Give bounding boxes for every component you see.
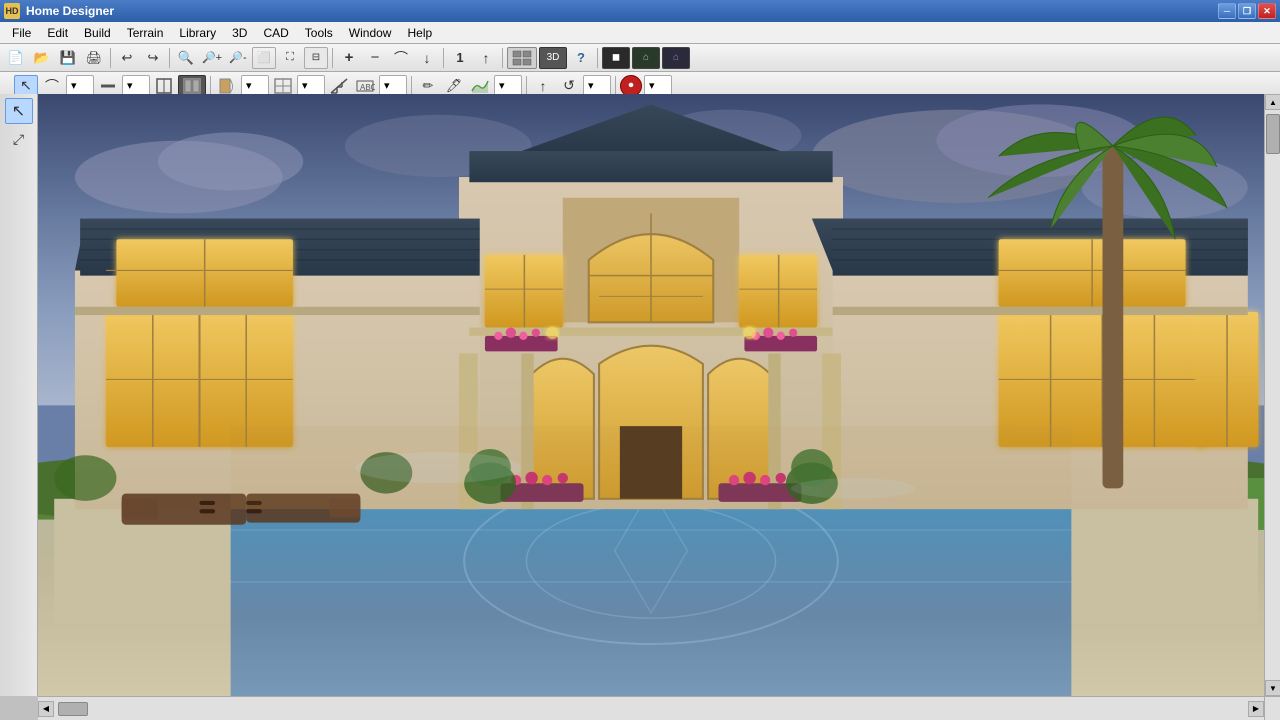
menu-help[interactable]: Help [399, 22, 440, 43]
main-canvas [38, 94, 1264, 696]
all-floors-button[interactable]: ⊟ [304, 47, 328, 69]
sep3 [332, 48, 333, 68]
sep2 [169, 48, 170, 68]
floor-num-button[interactable]: 1 [448, 47, 472, 69]
scroll-thumb-h[interactable] [58, 702, 88, 716]
menu-3d[interactable]: 3D [224, 22, 255, 43]
up-arrow-button[interactable]: ↑ [474, 47, 498, 69]
zoom-in-button[interactable]: 🔎+ [200, 47, 224, 69]
sep6 [597, 48, 598, 68]
scrollbar-horizontal[interactable]: ◀ ▶ [38, 696, 1264, 720]
menu-window[interactable]: Window [341, 22, 400, 43]
add-button[interactable]: + [337, 47, 361, 69]
plan-view-button[interactable] [507, 47, 537, 69]
scroll-down-button[interactable]: ▼ [1265, 680, 1280, 696]
menu-cad[interactable]: CAD [255, 22, 296, 43]
select-tool-left[interactable]: ↖ [5, 98, 33, 124]
menu-build[interactable]: Build [76, 22, 119, 43]
scroll-thumb-v[interactable] [1266, 114, 1280, 154]
sep10 [615, 76, 616, 96]
render1-button[interactable]: ◼ [602, 47, 630, 69]
sep8 [411, 76, 412, 96]
menu-tools[interactable]: Tools [297, 22, 341, 43]
render2-button[interactable]: ⌂ [632, 47, 660, 69]
print-button[interactable]: 🖨 [82, 47, 106, 69]
close-button[interactable]: ✕ [1258, 3, 1276, 19]
open-button[interactable]: 📂 [30, 47, 54, 69]
menu-library[interactable]: Library [171, 22, 224, 43]
house-render [38, 94, 1264, 696]
menu-bar: File Edit Build Terrain Library 3D CAD T… [0, 22, 1280, 44]
app-title: Home Designer [26, 4, 1218, 18]
menu-edit[interactable]: Edit [39, 22, 76, 43]
arrow-down-button[interactable]: ↓ [415, 47, 439, 69]
window-controls: ─ ❐ ✕ [1218, 3, 1276, 19]
title-bar: HD Home Designer ─ ❐ ✕ [0, 0, 1280, 22]
minimize-button[interactable]: ─ [1218, 3, 1236, 19]
undo-button[interactable]: ↩ [115, 47, 139, 69]
save-button[interactable]: 💾 [56, 47, 80, 69]
fit-button[interactable]: ⛶ [278, 47, 302, 69]
curve-button[interactable]: ⌒ [389, 47, 413, 69]
new-button[interactable]: 📄 [4, 47, 28, 69]
scroll-up-button[interactable]: ▲ [1265, 94, 1280, 110]
redo-button[interactable]: ↪ [141, 47, 165, 69]
left-panel: ↖ ⤢ [0, 94, 38, 696]
sep7 [210, 76, 211, 96]
restore-button[interactable]: ❐ [1238, 3, 1256, 19]
toolbar-1: 📄 📂 💾 🖨 ↩ ↪ 🔍 🔎+ 🔎- ⬜ ⛶ ⊟ + − ⌒ ↓ 1 ↑ 3D… [0, 44, 1280, 72]
find-button[interactable]: 🔍 [174, 47, 198, 69]
zoom-out-button[interactable]: 🔎- [226, 47, 250, 69]
scroll-corner [1264, 696, 1280, 720]
sep9 [526, 76, 527, 96]
zoom-tool-left[interactable]: ⤢ [5, 126, 33, 152]
render3-button[interactable]: ⌂ [662, 47, 690, 69]
svg-text:ABC: ABC [360, 83, 375, 92]
help-icon-button[interactable]: ? [569, 47, 593, 69]
menu-file[interactable]: File [4, 22, 39, 43]
window-view-button[interactable]: ⬜ [252, 47, 276, 69]
scroll-right-button[interactable]: ▶ [1248, 701, 1264, 717]
scrollbar-vertical[interactable]: ▲ ▼ [1264, 94, 1280, 696]
camera-3d-button[interactable]: 3D [539, 47, 567, 69]
sep5 [502, 48, 503, 68]
sep1 [110, 48, 111, 68]
menu-terrain[interactable]: Terrain [119, 22, 172, 43]
app-icon: HD [4, 3, 20, 19]
scroll-left-button[interactable]: ◀ [38, 701, 54, 717]
remove-button[interactable]: − [363, 47, 387, 69]
sep4 [443, 48, 444, 68]
